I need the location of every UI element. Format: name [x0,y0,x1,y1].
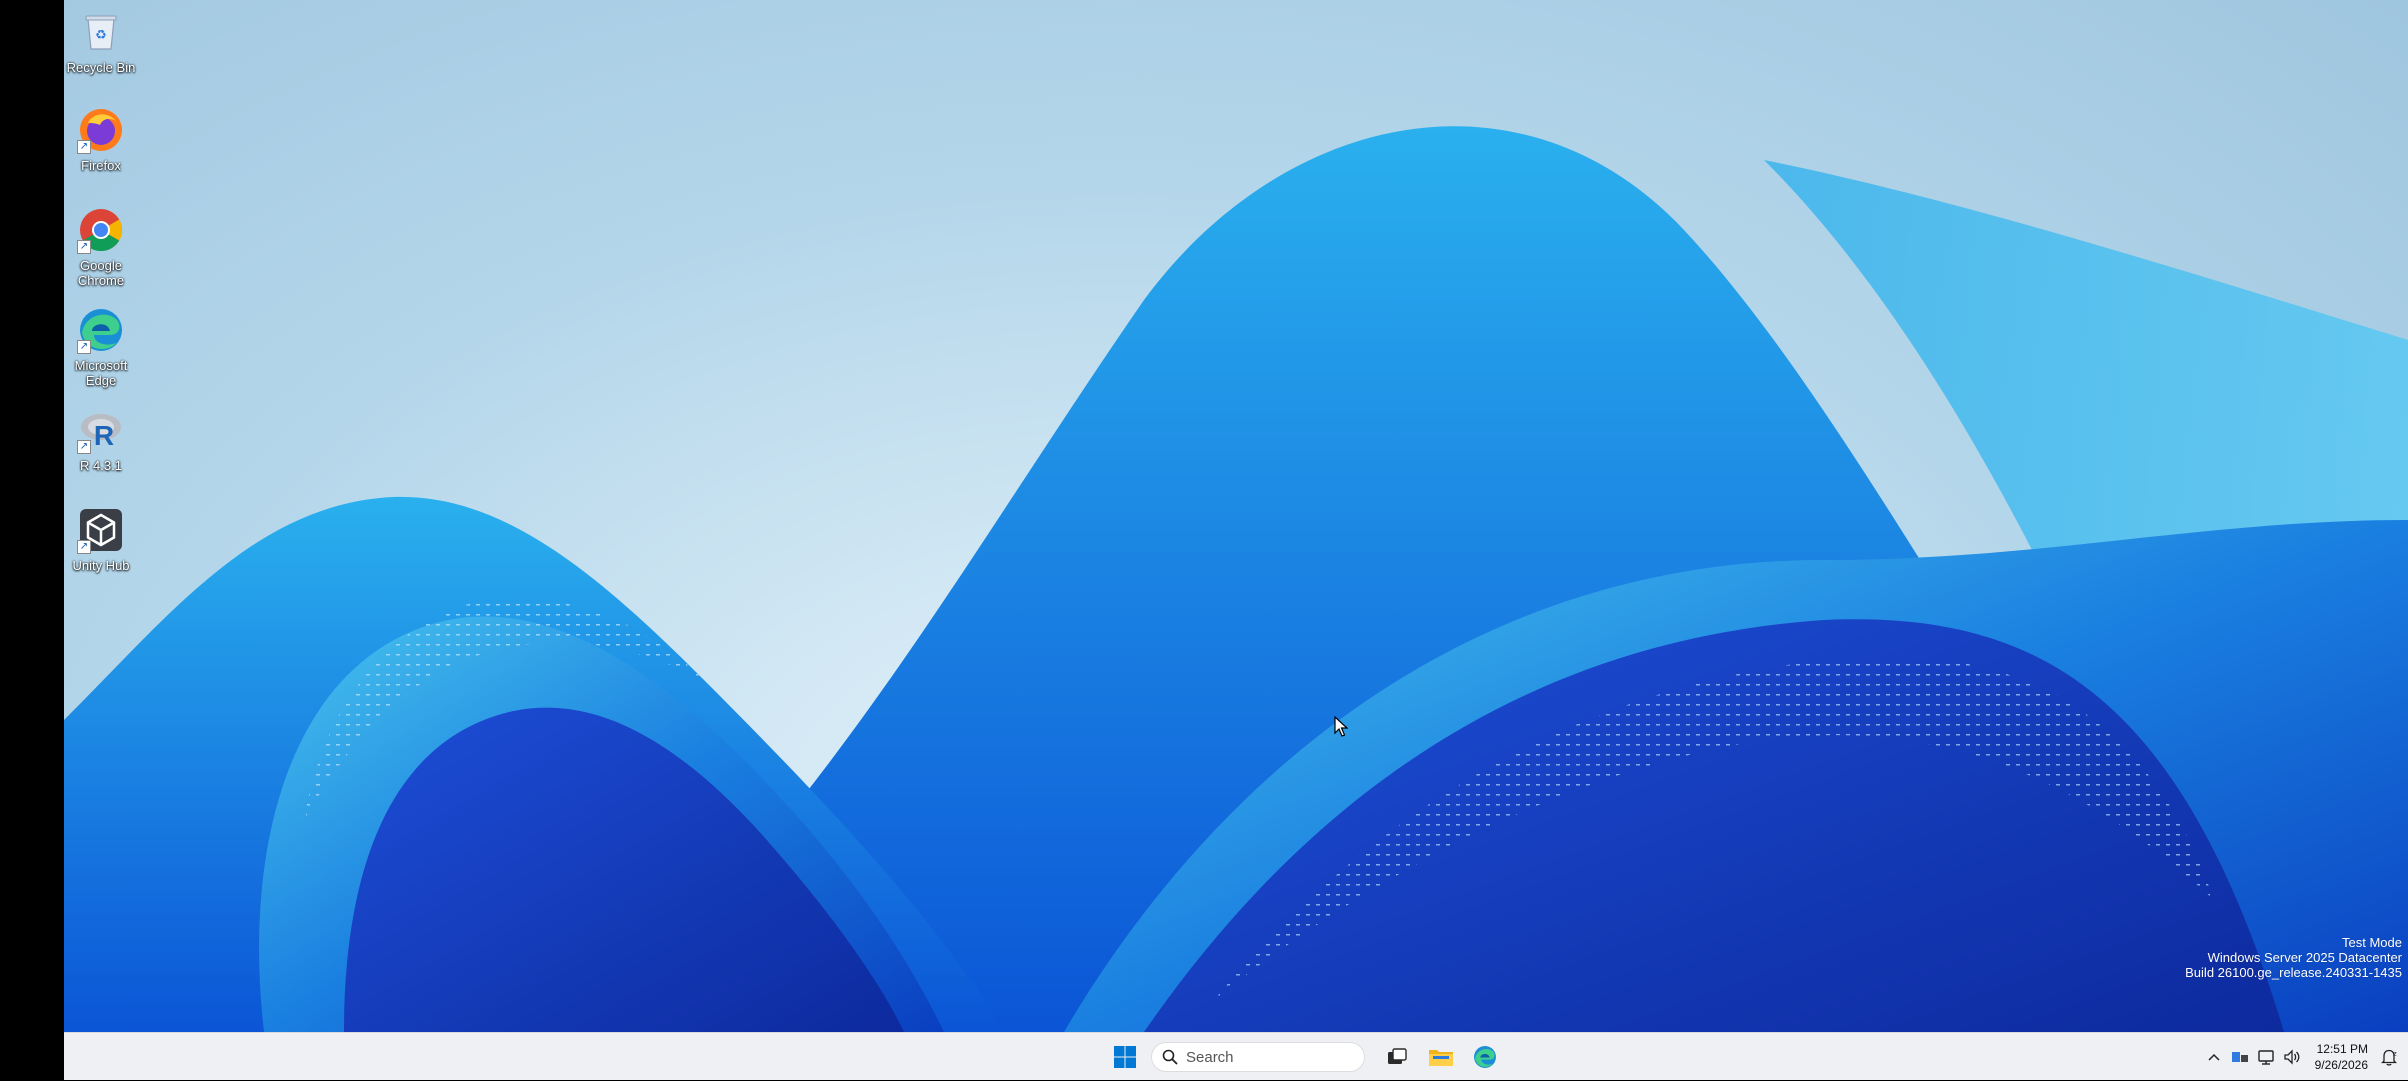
desktop-icon-label: R 4.3.1 [80,458,122,473]
taskbar-pinned-apps: Search [1107,1033,1503,1081]
desktop-icon-label: Microsoft Edge [74,358,128,388]
desktop-icon-r[interactable]: R ↗ R 4.3.1 [64,404,138,473]
desktop-icon-firefox[interactable]: ↗ Firefox [64,104,138,173]
network-icon [2257,1050,2274,1065]
chevron-up-icon [2208,1053,2220,1061]
clock[interactable]: 12:51 PM 9/26/2026 [2315,1041,2368,1073]
file-explorer-button[interactable] [1423,1039,1459,1075]
watermark-line: Build 26100.ge_release.240331-1435 [2185,965,2402,980]
start-button[interactable] [1107,1039,1143,1075]
taskbar-search-box[interactable]: Search [1151,1042,1365,1072]
shortcut-arrow-icon: ↗ [77,340,91,354]
svg-text:R: R [94,420,114,451]
network-button[interactable] [2253,1042,2279,1072]
volume-button[interactable] [2279,1042,2305,1072]
search-icon [1162,1049,1178,1065]
desktop-icon-label: Google Chrome [77,258,125,288]
wallpaper [64,126,2408,1032]
svg-text:♻: ♻ [95,28,107,43]
show-hidden-icons-button[interactable] [2201,1042,2227,1072]
edge-icon: ↗ [75,304,127,356]
start-icon [1114,1046,1136,1068]
svg-text:z: z [2393,1050,2397,1058]
edge-icon [1474,1046,1496,1068]
test-mode-watermark: Test Mode Windows Server 2025 Datacenter… [2185,935,2402,980]
watermark-line: Windows Server 2025 Datacenter [2207,950,2402,965]
desktop-icon-chrome[interactable]: ↗ Google Chrome [64,204,138,288]
mouse-cursor-icon [1334,716,1348,737]
taskbar: Search 12:51 PM 9/26/2026 z [64,1032,2408,1080]
firefox-icon: ↗ [75,104,127,156]
chrome-icon: ↗ [75,204,127,256]
recycle-bin-icon: ♻ [75,6,127,58]
task-view-icon [1388,1048,1407,1064]
desktop-icon-label: Recycle Bin [66,60,136,75]
shortcut-arrow-icon: ↗ [77,440,91,454]
notifications-button[interactable]: z [2376,1042,2402,1072]
shortcut-arrow-icon: ↗ [77,240,91,254]
shortcut-arrow-icon: ↗ [77,140,91,154]
system-tray: 12:51 PM 9/26/2026 z [2201,1033,2408,1081]
clock-time: 12:51 PM [2316,1042,2368,1056]
r-icon: R ↗ [75,404,127,456]
clock-date: 9/26/2026 [2314,1058,2368,1072]
desktop-icon-label: Firefox [81,158,121,173]
search-placeholder: Search [1186,1048,1234,1066]
desktop-icon-recycle-bin[interactable]: ♻ Recycle Bin [64,6,138,75]
task-view-button[interactable] [1379,1039,1415,1075]
bell-icon: z [2381,1049,2397,1066]
desktop-icon-label: Unity Hub [72,558,130,573]
desktop[interactable]: ♻ Recycle Bin ↗ Firefox ↗ Google Chrome … [64,0,2408,1032]
edge-taskbar-button[interactable] [1467,1039,1503,1075]
unity-hub-icon: ↗ [75,504,127,556]
screen: ♻ Recycle Bin ↗ Firefox ↗ Google Chrome … [0,0,2408,1080]
desktop-icon-edge[interactable]: ↗ Microsoft Edge [64,304,138,388]
network-status-button[interactable] [2227,1042,2253,1072]
shortcut-arrow-icon: ↗ [77,540,91,554]
network-status-icon [2231,1052,2248,1062]
desktop-icon-unity-hub[interactable]: ↗ Unity Hub [64,504,138,573]
file-explorer-icon [1429,1050,1453,1066]
volume-icon [2283,1049,2300,1065]
watermark-line: Test Mode [2342,935,2402,950]
